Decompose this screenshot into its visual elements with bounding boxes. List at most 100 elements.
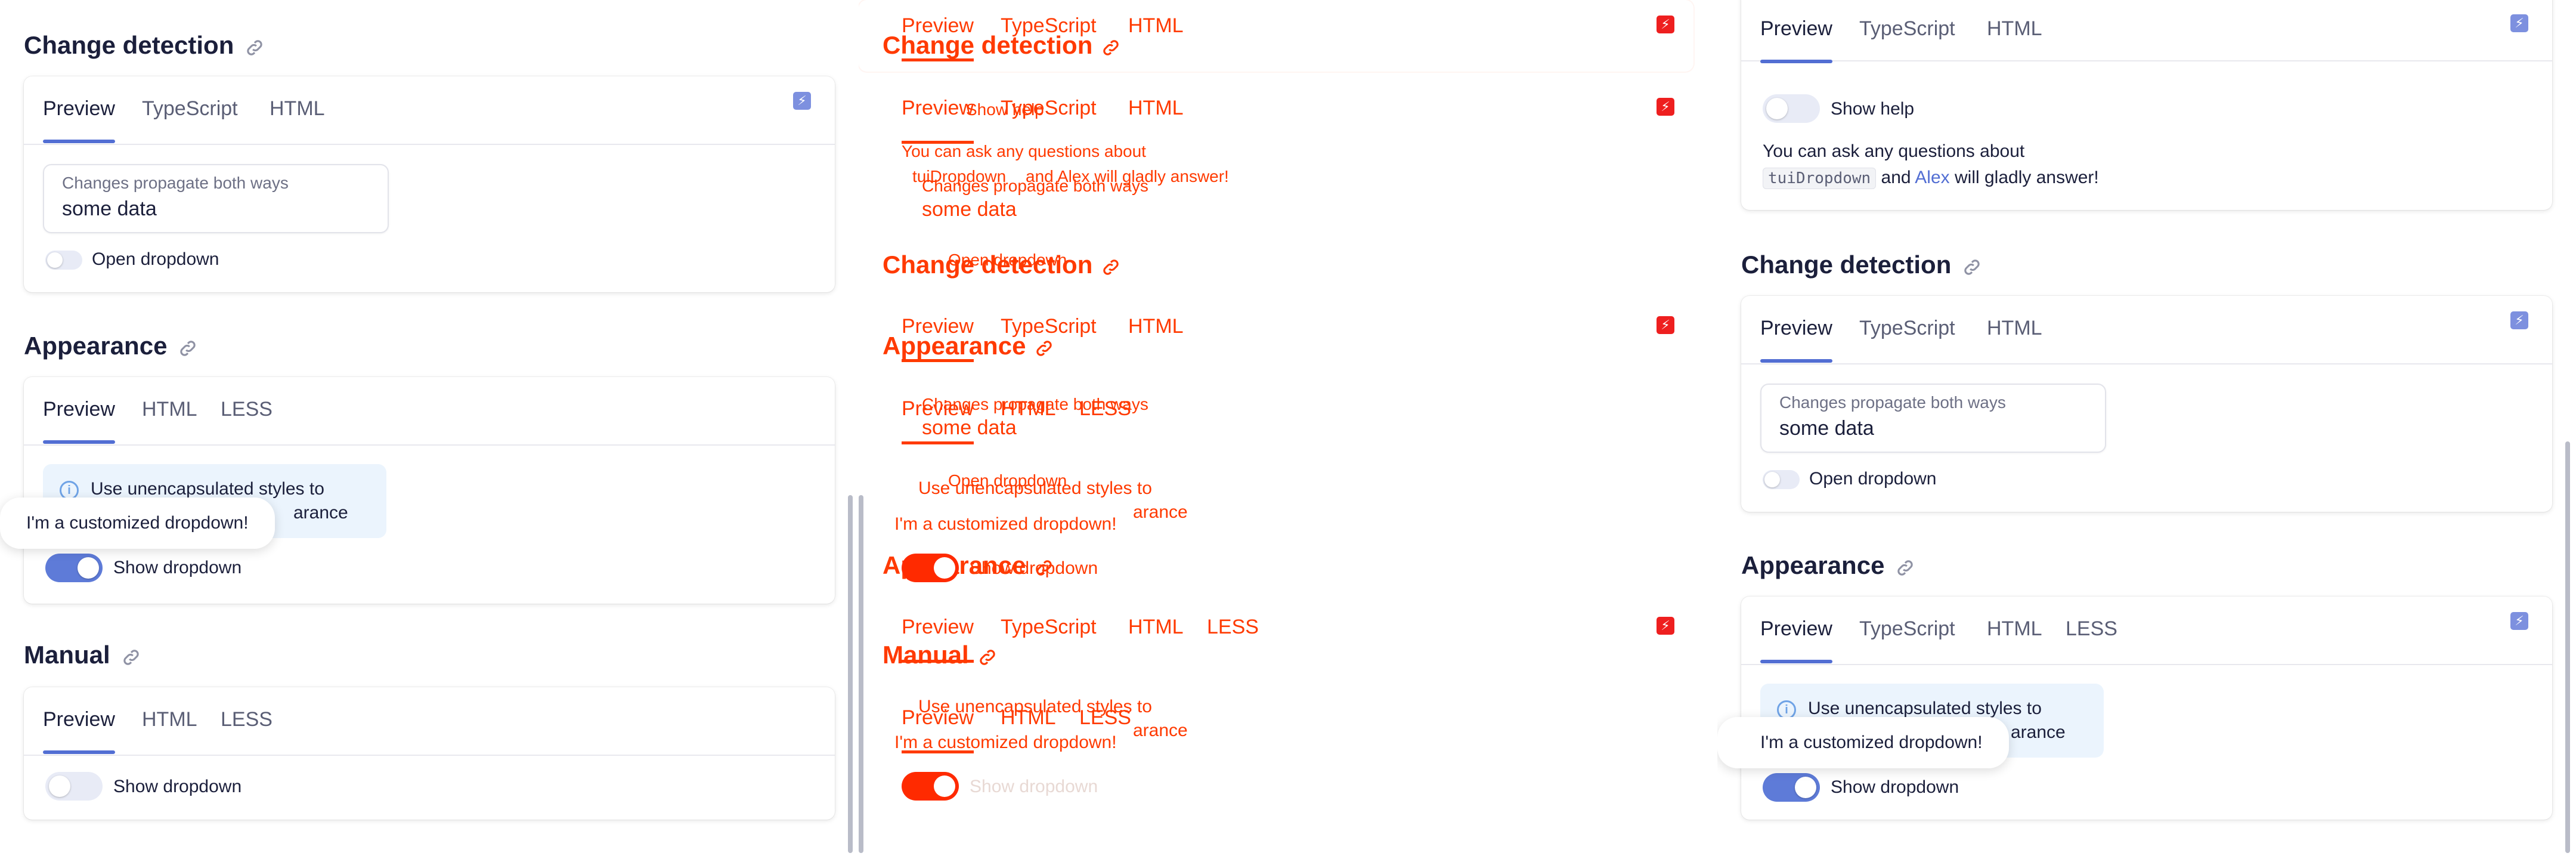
field-label: Changes propagate both ways bbox=[62, 174, 289, 192]
diff-tab-html: HTML bbox=[1128, 14, 1184, 37]
tab-bar: Preview HTML LESS bbox=[24, 377, 835, 446]
tab-typescript[interactable]: TypeScript bbox=[1859, 14, 1955, 43]
diff-tab-less: LESS bbox=[1079, 706, 1131, 729]
section-title-appearance: Appearance bbox=[1741, 551, 1915, 580]
notice-text-line2: arance bbox=[2011, 722, 2066, 742]
text-input-field[interactable]: Changes propagate both ways some data bbox=[1760, 384, 2106, 453]
diff-tab-html: HTML bbox=[1128, 97, 1184, 119]
diff-field-label: Changes propagate both ways bbox=[922, 177, 1148, 195]
diff-bolt-icon: ⚡ bbox=[1657, 16, 1674, 33]
tab-preview[interactable]: Preview bbox=[1760, 314, 1832, 363]
diff-help-line1: You can ask any questions about bbox=[902, 142, 1146, 160]
diff-title-text: Change detection bbox=[883, 31, 1093, 59]
help-text-line1: You can ask any questions about bbox=[1763, 141, 2025, 161]
example-card-help: Preview TypeScript HTML ⚡ Show help You … bbox=[1741, 0, 2552, 210]
diff-tab-typescript: TypeScript bbox=[1001, 616, 1097, 638]
diff-link-icon bbox=[1101, 255, 1121, 275]
example-card-change-detection: Preview TypeScript HTML ⚡ Changes propag… bbox=[1741, 296, 2552, 512]
toggle-knob bbox=[1766, 98, 1788, 119]
open-dropdown-toggle[interactable] bbox=[1763, 470, 1800, 489]
diff-tab-preview: Preview bbox=[902, 706, 974, 753]
diff-title-appearance: Appearance bbox=[883, 332, 1054, 360]
stackblitz-icon[interactable]: ⚡ bbox=[793, 92, 811, 110]
tab-preview[interactable]: Preview bbox=[43, 705, 115, 754]
tab-preview[interactable]: Preview bbox=[1760, 614, 1832, 663]
show-dropdown-toggle[interactable] bbox=[45, 554, 103, 582]
toggle-knob bbox=[78, 557, 99, 579]
diff-title-change-detection: Change detection bbox=[883, 31, 1121, 60]
tab-bar: Preview TypeScript HTML ⚡ bbox=[24, 76, 835, 145]
scrollbar-thumb[interactable] bbox=[2565, 441, 2570, 853]
scrollbar-thumb[interactable] bbox=[848, 495, 853, 853]
tab-typescript[interactable]: TypeScript bbox=[142, 94, 238, 123]
help-text-line2: tuiDropdown and Alex will gladly answer! bbox=[1763, 165, 2099, 191]
stackblitz-icon[interactable]: ⚡ bbox=[2510, 14, 2528, 32]
diff-show-dropdown-faded: Show dropdown bbox=[970, 777, 1098, 796]
toggle-label: Show dropdown bbox=[113, 777, 242, 796]
diff-title-change-detection-2: Change detection bbox=[883, 251, 1121, 279]
customized-dropdown-popup: I'm a customized dropdown! bbox=[0, 498, 275, 549]
toggle-label: Open dropdown bbox=[1809, 469, 1937, 489]
show-dropdown-toggle[interactable] bbox=[45, 772, 103, 801]
tab-bar: Preview TypeScript HTML ⚡ bbox=[1741, 296, 2552, 364]
tab-html[interactable]: HTML bbox=[1987, 314, 2042, 342]
diff-toggle bbox=[902, 554, 959, 582]
diff-toggle bbox=[902, 772, 959, 801]
open-dropdown-toggle[interactable] bbox=[45, 251, 82, 270]
tab-html[interactable]: HTML bbox=[142, 705, 197, 734]
link-icon[interactable] bbox=[1962, 255, 1982, 275]
tab-html[interactable]: HTML bbox=[1987, 614, 2042, 643]
tab-html[interactable]: HTML bbox=[270, 94, 325, 123]
diff-show-help: Show help bbox=[966, 100, 1044, 119]
field-value: some data bbox=[62, 197, 157, 220]
tab-html[interactable]: HTML bbox=[1987, 14, 2042, 43]
stackblitz-icon[interactable]: ⚡ bbox=[2510, 311, 2528, 329]
show-help-toggle[interactable] bbox=[1763, 94, 1820, 123]
diff-show-dropdown: Show dropdown bbox=[970, 558, 1098, 578]
diff-field-label: Changes propagate both ways bbox=[922, 395, 1148, 413]
tab-typescript[interactable]: TypeScript bbox=[1859, 314, 1955, 342]
tab-html[interactable]: HTML bbox=[142, 395, 197, 424]
diff-popup-text: I'm a customized dropdown! bbox=[894, 514, 1117, 534]
link-icon[interactable] bbox=[121, 645, 141, 665]
diff-bolt-icon: ⚡ bbox=[1657, 316, 1674, 334]
tab-typescript[interactable]: TypeScript bbox=[1859, 614, 1955, 643]
diff-tab-preview: Preview bbox=[902, 616, 974, 663]
diff-link-icon bbox=[1034, 336, 1054, 356]
tab-less[interactable]: LESS bbox=[221, 705, 273, 734]
diff-title-text: Appearance bbox=[883, 332, 1026, 360]
toggle-label: Show help bbox=[1831, 99, 1915, 119]
link-icon[interactable] bbox=[178, 336, 198, 356]
customized-dropdown-popup: I'm a customized dropdown! bbox=[1717, 717, 2009, 768]
section-title-text: Change detection bbox=[1741, 251, 1952, 279]
tab-preview[interactable]: Preview bbox=[43, 395, 115, 444]
scrollbar-thumb bbox=[859, 495, 863, 853]
left-pane: Change detection Preview TypeScript HTML… bbox=[0, 0, 859, 859]
link-icon[interactable] bbox=[244, 35, 265, 55]
link-icon[interactable] bbox=[1895, 555, 1915, 576]
code-tui-dropdown: tuiDropdown bbox=[1763, 168, 1877, 189]
alex-link[interactable]: Alex bbox=[1915, 168, 1949, 187]
right-pane: Preview TypeScript HTML ⚡ Show help You … bbox=[1717, 0, 2576, 859]
show-dropdown-toggle[interactable] bbox=[1763, 773, 1820, 802]
example-card-change-detection: Preview TypeScript HTML ⚡ Changes propag… bbox=[24, 76, 835, 292]
section-title-text: Change detection bbox=[24, 31, 234, 59]
toggle-knob bbox=[1764, 472, 1780, 487]
toggle-knob bbox=[49, 775, 70, 797]
diff-field-value: some data bbox=[922, 416, 1017, 439]
tab-preview[interactable]: Preview bbox=[1760, 14, 1832, 63]
text-input-field[interactable]: Changes propagate both ways some data bbox=[43, 164, 389, 233]
stackblitz-icon[interactable]: ⚡ bbox=[2510, 612, 2528, 630]
tab-less[interactable]: LESS bbox=[221, 395, 273, 424]
diff-title-manual: Manual bbox=[883, 641, 998, 669]
diff-link-icon bbox=[1101, 35, 1121, 55]
tab-less[interactable]: LESS bbox=[2066, 614, 2117, 643]
section-title-text: Appearance bbox=[24, 332, 168, 360]
toggle-knob bbox=[934, 775, 955, 797]
section-title-text: Manual bbox=[24, 641, 110, 669]
toggle-knob bbox=[47, 252, 63, 268]
diff-pane: Preview TypeScript HTML ⚡ Change detecti… bbox=[859, 0, 1717, 859]
diff-notice-line2: arance bbox=[1133, 502, 1188, 522]
diff-tab-preview: Preview bbox=[902, 97, 974, 144]
tab-preview[interactable]: Preview bbox=[43, 94, 115, 143]
